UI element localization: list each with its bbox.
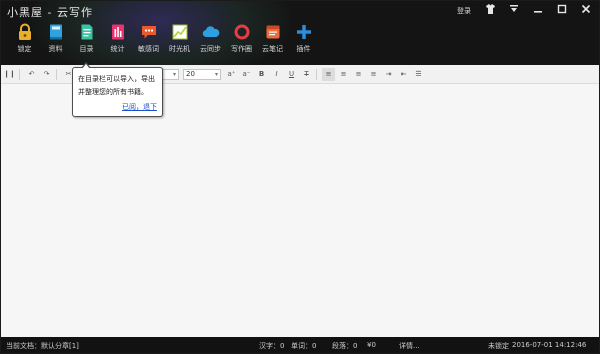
bold-icon[interactable]: B xyxy=(255,68,268,81)
ribbon-toolbar: 锁定 资料 目录 统计 敏感词 时光机 云同步 写作圈 云笔记 插件 xyxy=(9,23,319,54)
document-icon xyxy=(81,24,92,40)
time-machine-button[interactable]: 时光机 xyxy=(164,23,195,54)
material-label: 资料 xyxy=(48,45,63,53)
pause-icon[interactable]: ❙❙ xyxy=(3,68,16,81)
list-icon[interactable]: ☰ xyxy=(412,68,425,81)
app-window: 小黑屋 - 云写作 登录 锁定 资料 目录 统计 敏感词 时光机 云同步 写作圈… xyxy=(0,0,600,354)
window-controls: 登录 xyxy=(457,4,593,17)
note-icon xyxy=(266,25,279,39)
writing-circle-label: 写作圈 xyxy=(231,45,252,53)
ring-icon xyxy=(234,24,249,40)
close-icon[interactable] xyxy=(579,4,593,17)
font-size-select[interactable]: 20 ▾ xyxy=(183,68,221,80)
chevron-down-icon: ▾ xyxy=(172,70,176,78)
book-icon xyxy=(49,24,62,40)
align-right-icon[interactable]: ≡ xyxy=(352,68,365,81)
align-center-icon[interactable]: ≡ xyxy=(337,68,350,81)
cloud-note-label: 云笔记 xyxy=(262,45,283,53)
catalog-label: 目录 xyxy=(79,45,94,53)
material-button[interactable]: 资料 xyxy=(40,23,71,54)
align-left-icon[interactable]: ≡ xyxy=(322,67,335,81)
sensitive-words-button[interactable]: 敏感词 xyxy=(133,23,164,54)
chat-icon xyxy=(141,26,156,39)
indent-icon[interactable]: ⇥ xyxy=(382,68,395,81)
tooltip-line-2: 并整理您的所有书籍。 xyxy=(78,88,148,96)
plugin-label: 插件 xyxy=(296,45,311,53)
italic-icon[interactable]: I xyxy=(270,68,283,81)
cloud-sync-label: 云同步 xyxy=(200,45,221,53)
shirt-icon[interactable] xyxy=(483,4,497,17)
redo-icon[interactable]: ↷ xyxy=(40,68,53,81)
plugin-button[interactable]: 插件 xyxy=(288,23,319,54)
outdent-icon[interactable]: ⇤ xyxy=(397,68,410,81)
cloud-note-button[interactable]: 云笔记 xyxy=(257,23,288,54)
stats-button[interactable]: 统计 xyxy=(102,23,133,54)
catalog-tooltip: 在目录栏可以导入，导出 并整理您的所有书籍。 已阅，退下 xyxy=(72,62,163,117)
undo-icon[interactable]: ↶ xyxy=(25,68,38,81)
char-count: 汉字：0 xyxy=(259,342,285,350)
date-time: 2016-07-01 14:12:46 xyxy=(512,341,587,349)
cloud-sync-button[interactable]: 云同步 xyxy=(195,23,226,54)
minimize-icon[interactable] xyxy=(507,4,521,17)
font-size-value: 20 xyxy=(186,70,195,78)
stats-icon xyxy=(111,24,124,40)
lock-status: 未锁定 xyxy=(488,342,509,350)
lock-button[interactable]: 锁定 xyxy=(9,23,40,54)
justify-icon[interactable]: ≡ xyxy=(367,68,380,81)
current-document: 当前文档：默认分章[1] xyxy=(6,342,79,350)
editor-area[interactable] xyxy=(1,84,599,338)
money-value: ¥0 xyxy=(367,341,376,349)
increase-font-icon[interactable]: a⁺ xyxy=(225,68,238,81)
tooltip-line-1: 在目录栏可以导入，导出 xyxy=(78,75,155,83)
tooltip-dismiss-link[interactable]: 已阅，退下 xyxy=(122,102,157,112)
lock-label: 锁定 xyxy=(17,45,32,53)
minimize-window-icon[interactable] xyxy=(531,4,545,17)
stats-label: 统计 xyxy=(110,45,125,53)
separator xyxy=(56,68,57,80)
catalog-button[interactable]: 目录 xyxy=(71,23,102,54)
plus-icon xyxy=(296,25,311,39)
time-machine-label: 时光机 xyxy=(169,45,190,53)
sensitive-words-label: 敏感词 xyxy=(138,45,159,53)
maximize-icon[interactable] xyxy=(555,4,569,17)
decrease-font-icon[interactable]: a⁻ xyxy=(240,68,253,81)
underline-icon[interactable]: U xyxy=(285,68,298,81)
writing-circle-button[interactable]: 写作圈 xyxy=(226,23,257,54)
status-bar: 当前文档：默认分章[1] 汉字：0 单词：0 段落：0 ¥0 详情... 未锁定… xyxy=(1,337,599,353)
word-count: 单词：0 xyxy=(291,342,317,350)
cloud-icon xyxy=(202,26,219,38)
separator xyxy=(19,68,20,80)
details-link[interactable]: 详情... xyxy=(399,341,420,351)
app-title: 小黑屋 - 云写作 xyxy=(7,6,93,19)
lock-icon xyxy=(18,23,31,40)
strikethrough-icon[interactable]: T xyxy=(300,68,313,81)
paragraph-count: 段落：0 xyxy=(332,342,358,350)
title-ribbon-area: 小黑屋 - 云写作 登录 锁定 资料 目录 统计 敏感词 时光机 云同步 写作圈… xyxy=(1,1,599,65)
chart-icon xyxy=(172,24,187,40)
login-button[interactable]: 登录 xyxy=(457,6,471,16)
chevron-down-icon: ▾ xyxy=(214,70,218,78)
separator xyxy=(316,68,317,80)
